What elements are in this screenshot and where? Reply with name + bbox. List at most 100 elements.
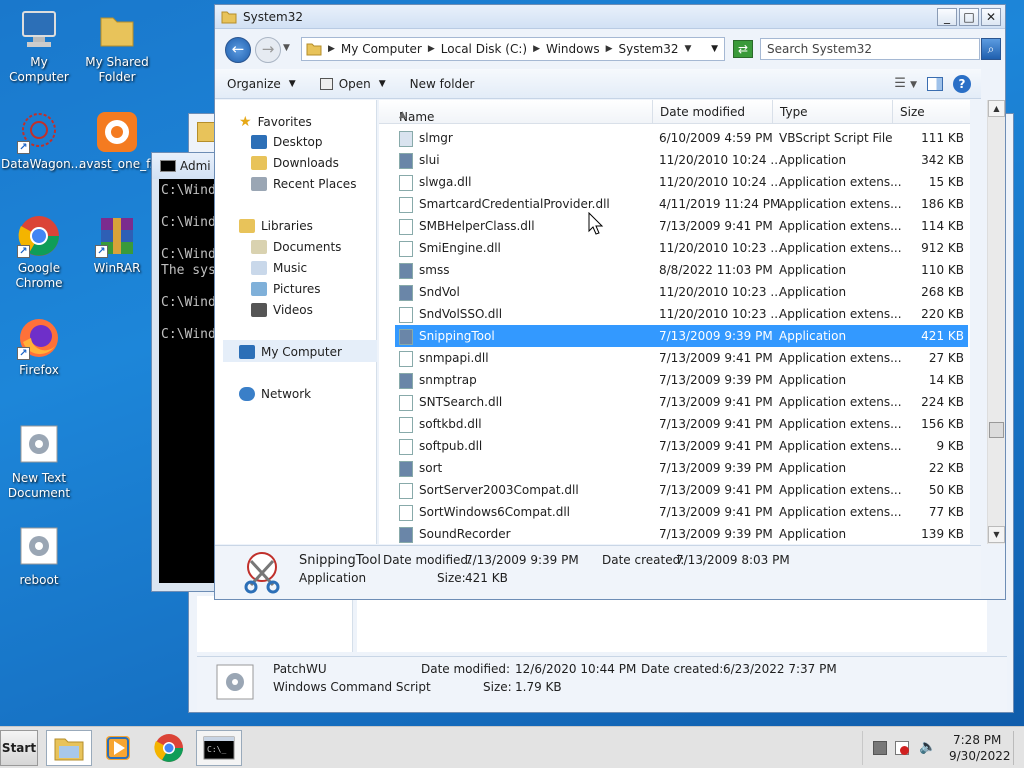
refresh-button[interactable]: ⇄ <box>733 40 753 58</box>
file-type: Application <box>779 527 847 541</box>
file-row[interactable]: slui 11/20/2010 10:24 ... Application 342 K… <box>395 149 968 171</box>
file-row[interactable]: SoundRecorder 7/13/2009 9:39 PM Applicatio… <box>395 523 968 544</box>
nav-documents[interactable]: Documents <box>251 240 341 254</box>
scroll-up-button[interactable]: ▲ <box>988 100 1005 117</box>
network-tray-icon[interactable] <box>873 741 887 755</box>
address-bar[interactable]: ▶ My Computer ▶ Local Disk (C:) ▶ Windows ▶… <box>301 37 725 61</box>
column-header-date[interactable]: Date modified <box>660 105 745 119</box>
open-button[interactable]: Open ▼ <box>319 77 386 91</box>
cmd-console[interactable]: C:\Wind C:\Wind C:\Wind The sys C:\Wind … <box>159 179 222 583</box>
recent-pages-dropdown[interactable]: ▼ <box>283 43 290 53</box>
file-row[interactable]: SndVolSSO.dll 11/20/2010 10:23 ... Applica… <box>395 303 968 325</box>
breadcrumb-local-disk[interactable]: Local Disk (C:) ▶ <box>441 42 540 56</box>
column-divider[interactable] <box>892 100 893 124</box>
explorer-window[interactable]: System32 _ □ ✕ ← → ▼ ▶ My Computer ▶ Loca… <box>214 4 1006 600</box>
command-prompt-window[interactable]: Admi C:\Wind C:\Wind C:\Wind The sys C:\… <box>151 152 222 592</box>
column-divider[interactable] <box>652 100 653 124</box>
desktop-icon-new-text-document[interactable]: New Text Document <box>1 424 77 501</box>
breadcrumb-separator[interactable]: ▶ <box>328 44 335 54</box>
help-button[interactable]: ? <box>953 74 971 93</box>
taskbar-media-player-button[interactable] <box>96 730 140 766</box>
search-input[interactable]: Search System32 <box>760 38 980 60</box>
organize-button[interactable]: Organize ▼ <box>227 77 296 91</box>
file-row[interactable]: SnippingTool 7/13/2009 9:39 PM Application… <box>395 325 968 347</box>
file-row[interactable]: SndVol 11/20/2010 10:23 ... Application 268… <box>395 281 968 303</box>
column-divider[interactable] <box>772 100 773 124</box>
file-size: 268 KB <box>921 285 964 299</box>
desktop-icon-datawagon[interactable]: ↗ DataWagon... <box>1 110 82 172</box>
preview-pane-button[interactable] <box>927 76 943 91</box>
details-created-label: Date created: <box>641 662 724 676</box>
nav-music[interactable]: Music <box>251 261 307 275</box>
nav-network[interactable]: Network <box>239 387 311 401</box>
file-row[interactable]: softkbd.dll 7/13/2009 9:41 PM Application … <box>395 413 968 435</box>
file-name: softpub.dll <box>419 439 483 453</box>
search-button[interactable]: ⌕ <box>981 38 1001 60</box>
desktop-icon-winrar[interactable]: ↗ WinRAR <box>79 214 155 276</box>
nav-downloads[interactable]: Downloads <box>251 156 339 170</box>
nav-pictures[interactable]: Pictures <box>251 282 321 296</box>
nav-videos[interactable]: Videos <box>251 303 313 317</box>
file-row[interactable]: snmpapi.dll 7/13/2009 9:41 PM Application … <box>395 347 968 369</box>
column-header-type[interactable]: Type <box>780 105 808 119</box>
details-modified-value: 7/13/2009 9:39 PM <box>465 553 579 567</box>
show-desktop-button[interactable] <box>1013 731 1024 765</box>
desktop-icon-label: Firefox <box>19 363 59 377</box>
taskbar-cmd-button[interactable]: C:\_ <box>196 730 242 766</box>
svg-text:C:\_: C:\_ <box>207 745 226 754</box>
desktop-icon-avast[interactable]: avast_one_f... <box>79 110 161 172</box>
explorer-titlebar[interactable]: System32 _ □ ✕ <box>215 5 1005 29</box>
file-type: Application extens... <box>779 307 902 321</box>
taskbar-chrome-button[interactable] <box>146 730 192 766</box>
breadcrumb-windows[interactable]: Windows ▶ <box>546 42 613 56</box>
file-row[interactable]: SmartcardCredentialProvider.dll 4/11/2019… <box>395 193 968 215</box>
music-icon <box>251 261 267 275</box>
taskbar-explorer-button[interactable] <box>46 730 92 766</box>
forward-button[interactable]: → <box>255 37 281 63</box>
desktop-icon-chrome[interactable]: ↗ Google Chrome <box>1 214 77 291</box>
file-row[interactable]: SortServer2003Compat.dll 7/13/2009 9:41 P… <box>395 479 968 501</box>
file-row[interactable]: sort 7/13/2009 9:39 PM Application 22 KB <box>395 457 968 479</box>
column-header-size[interactable]: Size <box>900 105 925 119</box>
file-row[interactable]: SortWindows6Compat.dll 7/13/2009 9:41 PM A… <box>395 501 968 523</box>
file-row[interactable]: SNTSearch.dll 7/13/2009 9:41 PM Applicatio… <box>395 391 968 413</box>
desktop-icon-reboot[interactable]: reboot <box>1 526 77 588</box>
nav-label: Videos <box>273 303 313 317</box>
file-list[interactable]: Name ▲ Date modified Type Size slmgr 6/10… <box>379 100 970 544</box>
back-button[interactable]: ← <box>225 37 251 63</box>
close-button[interactable]: ✕ <box>981 7 1001 26</box>
desktop-icon-shared-folder[interactable]: My Shared Folder <box>79 8 155 85</box>
volume-tray-icon[interactable]: 🔈 <box>919 739 936 755</box>
file-row[interactable]: softpub.dll 7/13/2009 9:41 PM Application … <box>395 435 968 457</box>
maximize-button[interactable]: □ <box>959 7 979 26</box>
start-button[interactable]: Start <box>0 730 38 766</box>
scroll-down-button[interactable]: ▼ <box>988 526 1005 543</box>
file-row[interactable]: slwga.dll 11/20/2010 10:24 ... Application… <box>395 171 968 193</box>
change-view-button[interactable]: ☰ ▼ <box>894 76 917 91</box>
action-center-tray-icon[interactable] <box>895 741 909 755</box>
new-folder-button[interactable]: New folder <box>410 77 475 91</box>
nav-libraries[interactable]: Libraries <box>239 219 313 233</box>
file-row[interactable]: snmptrap 7/13/2009 9:39 PM Application 14 K… <box>395 369 968 391</box>
desktop-icon-my-computer[interactable]: My Computer <box>1 8 77 85</box>
nav-desktop[interactable]: Desktop <box>251 135 323 149</box>
file-row[interactable]: SMBHelperClass.dll 7/13/2009 9:41 PM Appli… <box>395 215 968 237</box>
breadcrumb-system32[interactable]: System32 ▼ <box>619 42 692 56</box>
desktop-icon-firefox[interactable]: ↗ Firefox <box>1 316 77 378</box>
cmd-titlebar[interactable]: Admi <box>152 153 222 179</box>
nav-recent-places[interactable]: Recent Places <box>251 177 356 191</box>
address-history-dropdown[interactable]: ▼ <box>711 44 718 54</box>
file-type: Application <box>779 285 847 299</box>
file-row[interactable]: slmgr 6/10/2009 4:59 PM VBScript Script Fi… <box>395 127 968 149</box>
nav-favorites[interactable]: ★ Favorites <box>239 114 312 130</box>
nav-label: Network <box>261 387 312 401</box>
vertical-scrollbar[interactable]: ▲ ▼ <box>987 100 1005 544</box>
minimize-button[interactable]: _ <box>937 7 957 26</box>
clock-date[interactable]: 9/30/2022 <box>949 749 1011 763</box>
file-row[interactable]: SmiEngine.dll 11/20/2010 10:23 ... Applica… <box>395 237 968 259</box>
nav-my-computer[interactable]: My Computer <box>239 345 342 359</box>
breadcrumb-my-computer[interactable]: My Computer ▶ <box>341 42 435 56</box>
clock-time[interactable]: 7:28 PM <box>953 733 1001 747</box>
scroll-thumb[interactable] <box>989 422 1004 438</box>
file-row[interactable]: smss 8/8/2022 11:03 PM Application 110 KB <box>395 259 968 281</box>
